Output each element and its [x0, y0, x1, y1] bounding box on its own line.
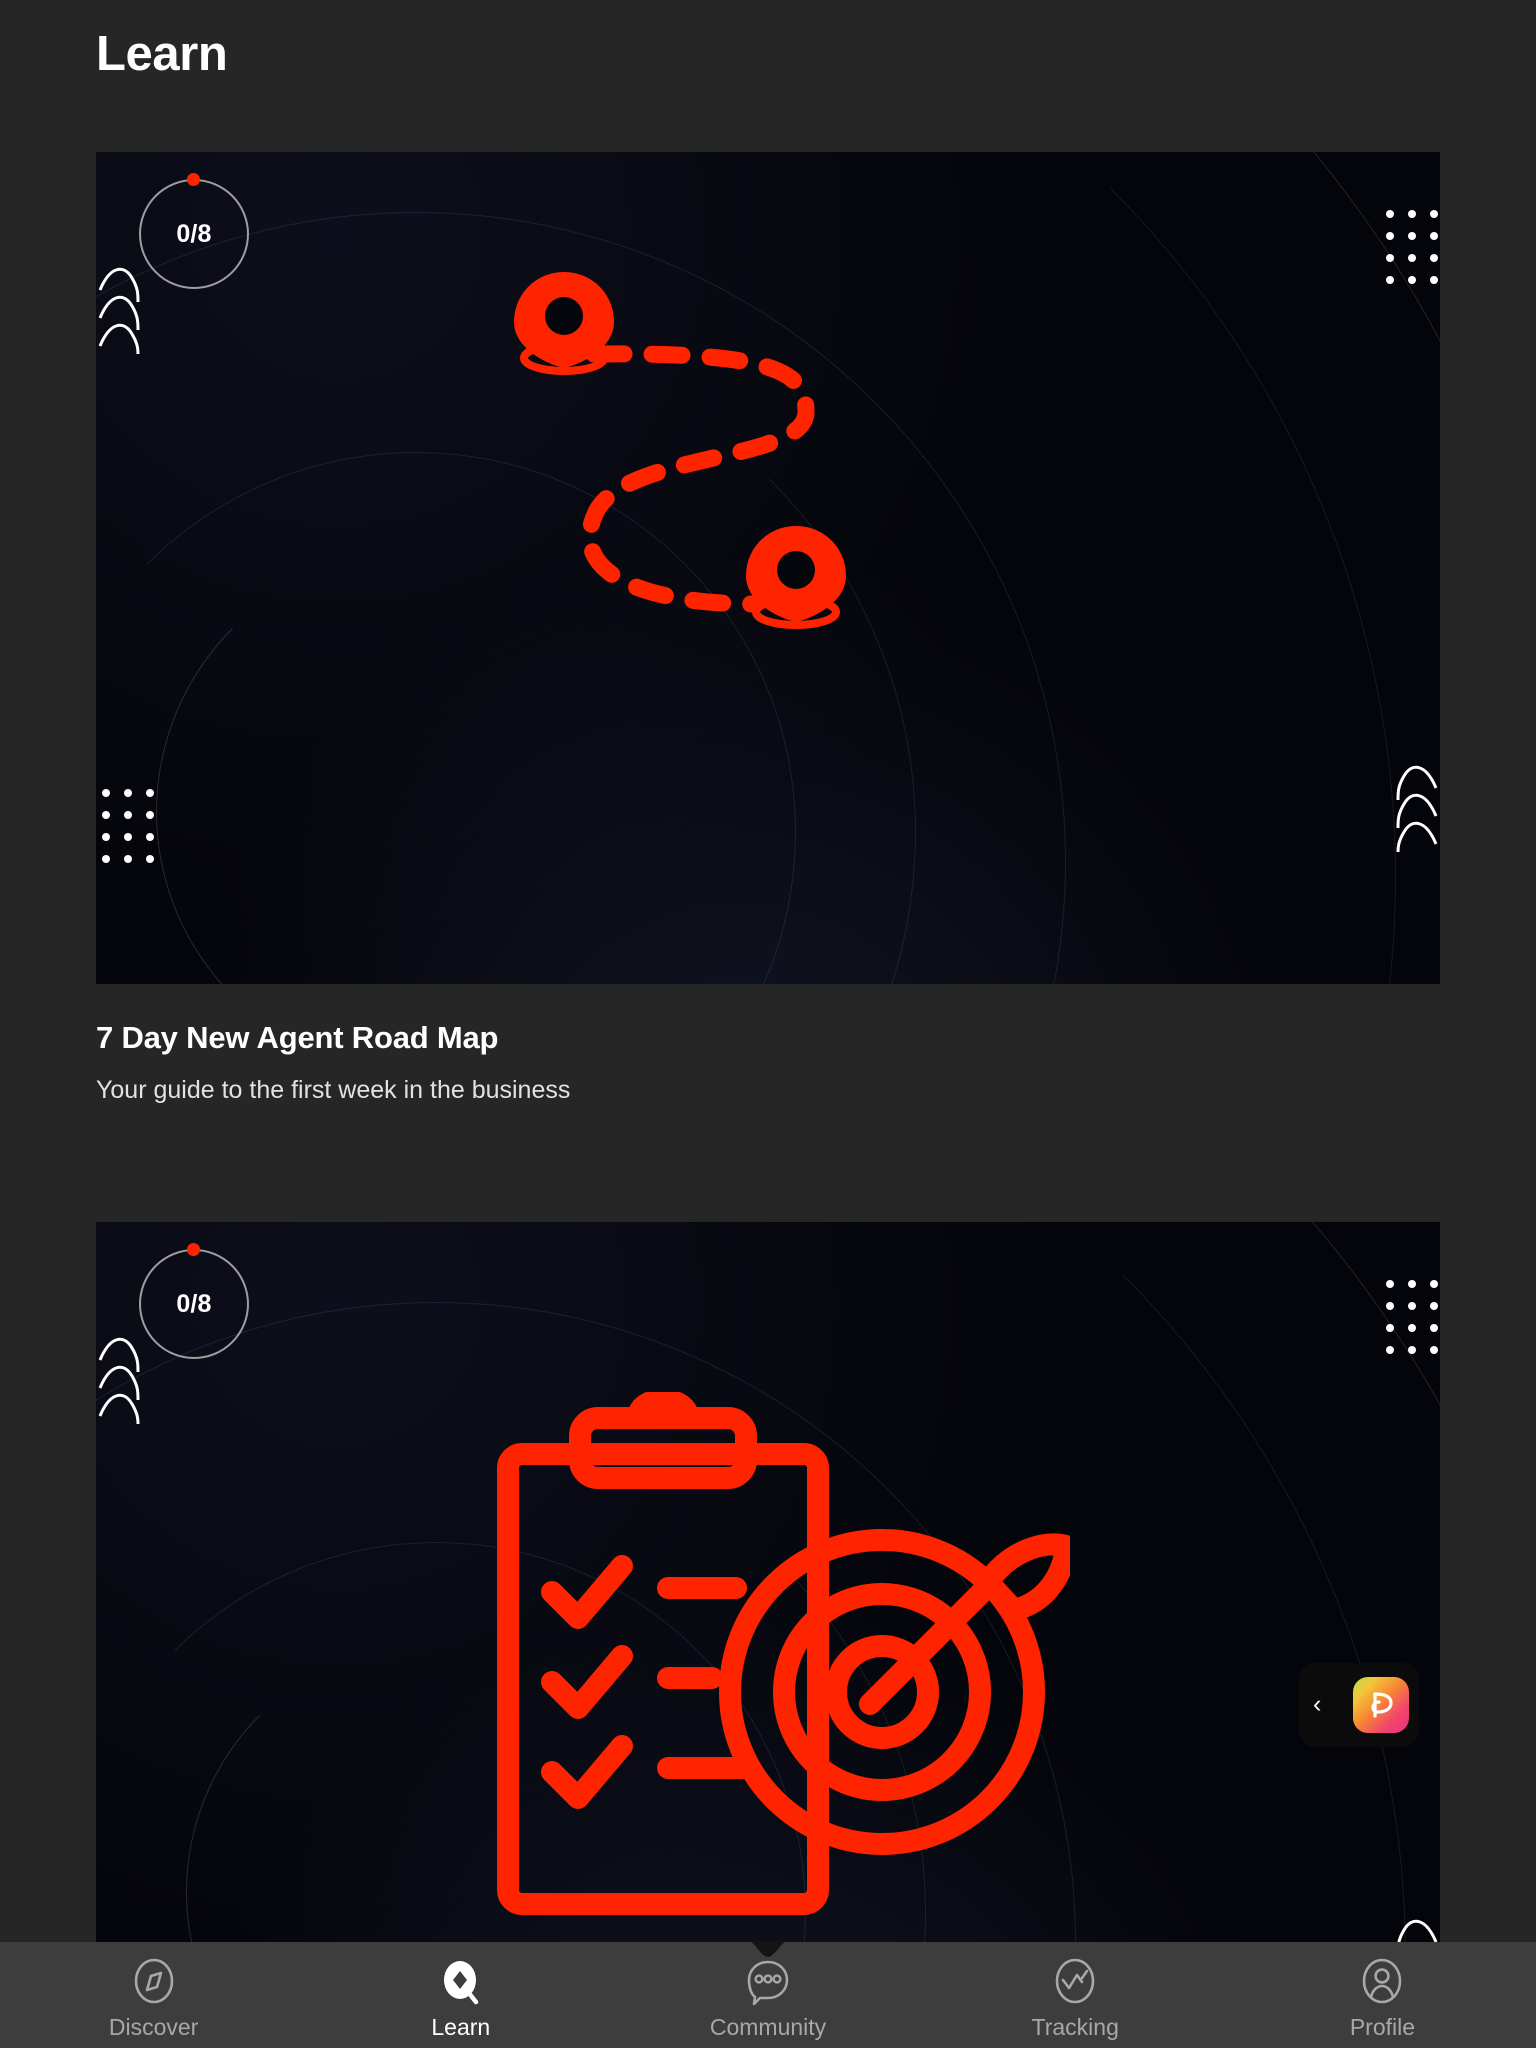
wave-decoration — [1396, 765, 1438, 853]
dot-grid-decoration — [102, 789, 162, 879]
nav-item-profile[interactable]: Profile — [1229, 1942, 1536, 2039]
dot-grid-decoration — [1386, 210, 1440, 300]
bottom-navigation-bar: Discover Learn Community Tracking Profil… — [0, 1941, 1536, 2048]
nav-label: Community — [709, 2014, 827, 2040]
active-tab-notch — [693, 1941, 843, 1957]
clipboard-target-illustration — [497, 1392, 1070, 1915]
compass-icon — [134, 1958, 173, 2004]
nav-label: Profile — [1349, 2014, 1416, 2040]
card-media[interactable]: 0/8 — [96, 1222, 1440, 2022]
chevron-left-icon[interactable]: ‹ — [1313, 1691, 1321, 1717]
chat-bubble-dots-icon — [747, 1960, 789, 2006]
learn-card[interactable]: 0/8 — [96, 1222, 1440, 2022]
card-media[interactable]: 0/8 — [96, 152, 1440, 984]
floating-brand-widget[interactable]: ‹ — [1299, 1663, 1419, 1747]
nav-item-learn[interactable]: Learn — [307, 1942, 614, 2039]
wave-decoration — [98, 1337, 140, 1425]
map-pin-route-illustration — [514, 272, 846, 629]
nav-label: Discover — [108, 2014, 199, 2040]
card-list: 0/8 7 Day New Agent Road Map Your guide … — [0, 0, 1536, 2022]
wave-decoration — [98, 267, 140, 355]
nav-label: Tracking — [1031, 2014, 1119, 2040]
user-circle-icon — [1363, 1958, 1402, 2004]
nav-item-tracking[interactable]: Tracking — [922, 1942, 1229, 2039]
learn-screen: Learn 0/8 7 Day New Agent Road Map Your … — [0, 0, 1536, 2048]
card-title: 7 Day New Agent Road Map — [96, 1020, 499, 1055]
learn-search-icon — [443, 1961, 479, 2005]
activity-chart-icon — [1055, 1958, 1095, 2004]
learn-card[interactable]: 0/8 — [96, 152, 1440, 1105]
brand-p-icon[interactable] — [1353, 1677, 1409, 1733]
dot-grid-decoration — [1386, 1280, 1440, 1370]
nav-label: Learn — [431, 2014, 491, 2040]
nav-item-discover[interactable]: Discover — [0, 1942, 307, 2039]
card-subtitle: Your guide to the first week in the busi… — [96, 1076, 571, 1104]
